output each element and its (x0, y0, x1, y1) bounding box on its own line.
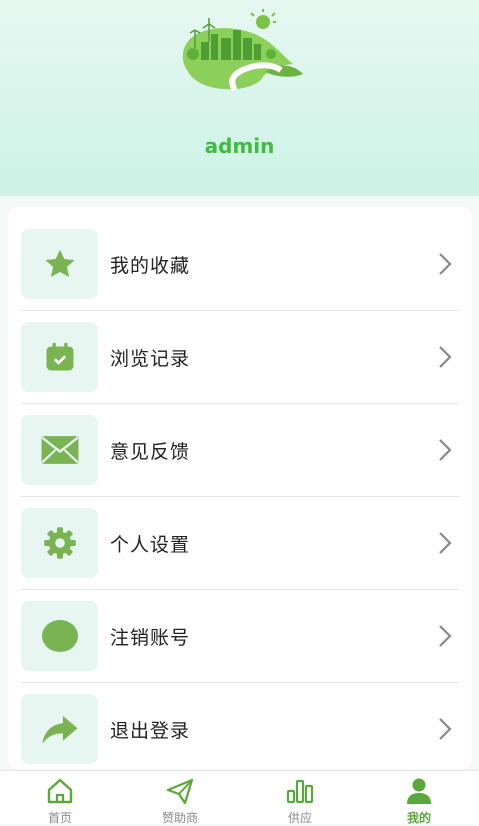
chevron-right-icon (439, 718, 452, 740)
menu-item-label: 浏览记录 (110, 348, 191, 370)
tab-home[interactable]: 首页 (0, 771, 120, 825)
tab-label: 赞助商 (161, 811, 198, 825)
gear-icon (43, 527, 76, 559)
menu-item-feedback[interactable]: 意见反馈 (21, 413, 459, 489)
logout-icon-box (21, 694, 98, 764)
home-icon (47, 778, 73, 804)
menu-item-label: 注销账号 (110, 627, 191, 649)
chevron-right-icon (439, 532, 452, 554)
eco-city-leaf-logo (182, 9, 303, 92)
divider (21, 310, 459, 311)
paper-plane-icon (166, 778, 194, 805)
menu-item-label: 个人设置 (110, 534, 191, 556)
divider (21, 496, 459, 497)
bottom-tab-bar: 首页 赞助商 供应 我的 (0, 770, 479, 825)
menu-item-label: 退出登录 (110, 720, 191, 742)
chevron-right-icon (439, 439, 452, 461)
bar-chart-icon (286, 779, 314, 804)
divider (21, 682, 459, 683)
star-icon (44, 249, 75, 278)
menu-item-deactivate-account[interactable]: 注销账号 (21, 599, 459, 675)
tab-label: 我的 (406, 811, 431, 825)
user-icon (407, 778, 431, 804)
menu-item-favorites[interactable]: 我的收藏 (21, 227, 459, 303)
menu-item-label: 意见反馈 (110, 441, 191, 463)
tab-mine[interactable]: 我的 (359, 771, 479, 825)
menu-item-logout[interactable]: 退出登录 (21, 692, 459, 768)
chevron-right-icon (439, 346, 452, 368)
divider (21, 589, 459, 590)
menu-item-history[interactable]: 浏览记录 (21, 320, 459, 396)
profile-header: admin (0, 0, 479, 196)
favorites-icon-box (21, 229, 98, 299)
calendar-check-icon (46, 342, 73, 371)
username: admin (204, 134, 275, 158)
chevron-right-icon (439, 253, 452, 275)
tab-supply[interactable]: 供应 (240, 771, 360, 825)
tab-label: 首页 (47, 811, 72, 825)
deactivate-icon-box (21, 601, 98, 671)
feedback-icon-box (21, 415, 98, 485)
tab-sponsors[interactable]: 赞助商 (120, 771, 240, 825)
divider (21, 403, 459, 404)
envelope-icon (41, 436, 78, 464)
chevron-right-icon (439, 625, 452, 647)
menu-item-label: 我的收藏 (110, 255, 191, 277)
settings-icon-box (21, 508, 98, 578)
circle-icon (41, 620, 78, 652)
tab-label: 供应 (287, 811, 312, 825)
history-icon-box (21, 322, 98, 392)
menu-item-settings[interactable]: 个人设置 (21, 506, 459, 582)
menu-card: 我的收藏 浏览记录 意见反馈 个人设置 注销账号 退出登录 (8, 207, 472, 769)
share-arrow-icon (41, 715, 78, 744)
